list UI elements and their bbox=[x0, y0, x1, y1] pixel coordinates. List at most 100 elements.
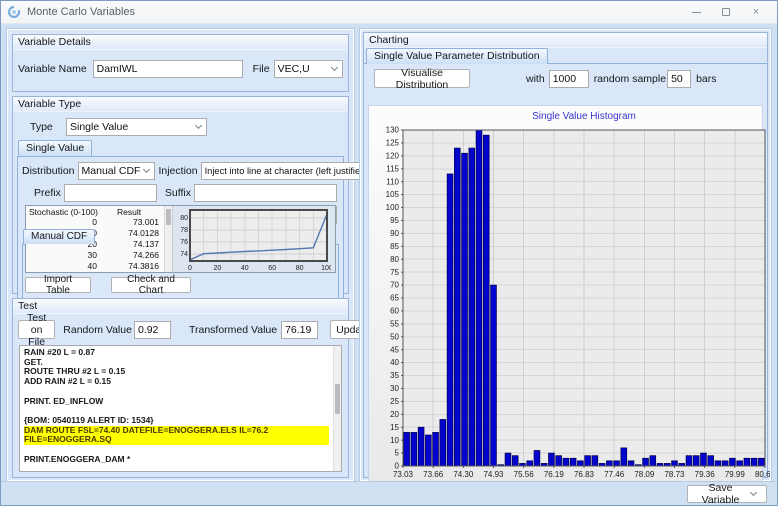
cdf-col2-header: Result bbox=[117, 207, 142, 217]
svg-text:60: 60 bbox=[390, 307, 399, 316]
charting-title: Charting bbox=[364, 33, 767, 48]
tab-manual-cdf[interactable]: Manual CDF bbox=[23, 229, 96, 244]
svg-text:15: 15 bbox=[390, 423, 399, 432]
histogram-bar bbox=[671, 460, 678, 467]
histogram-bar bbox=[446, 173, 454, 467]
file-combo[interactable]: VEC,U bbox=[273, 60, 343, 78]
svg-text:78: 78 bbox=[180, 227, 188, 234]
histogram-bar bbox=[511, 455, 519, 467]
close-button[interactable]: × bbox=[741, 2, 771, 22]
visualise-distribution-button[interactable]: Visualise Distribution bbox=[374, 67, 470, 91]
histogram-bar bbox=[721, 460, 729, 467]
type-combo-value: Single Value bbox=[70, 121, 129, 133]
transformed-value-input[interactable] bbox=[281, 320, 319, 339]
distribution-combo-value: Manual CDF bbox=[81, 165, 141, 177]
log-scrollbar[interactable] bbox=[333, 346, 341, 471]
histogram-bar bbox=[454, 147, 461, 467]
import-table-button[interactable]: Import Table bbox=[25, 274, 91, 296]
svg-text:95: 95 bbox=[390, 216, 399, 225]
variable-name-input[interactable] bbox=[92, 60, 243, 78]
random-value-input[interactable] bbox=[133, 320, 171, 339]
svg-text:76.19: 76.19 bbox=[544, 470, 565, 479]
sample-count-input[interactable] bbox=[548, 69, 589, 88]
chevron-down-icon bbox=[194, 121, 203, 130]
suffix-label: Suffix bbox=[164, 187, 191, 199]
svg-text:100: 100 bbox=[321, 265, 331, 272]
chevron-down-icon bbox=[749, 488, 758, 497]
svg-text:90: 90 bbox=[390, 229, 399, 238]
maximize-button[interactable] bbox=[711, 2, 741, 22]
cdf-table-row[interactable]: 40 74.3816 bbox=[29, 261, 172, 272]
charting-group: Charting Single Value Parameter Distribu… bbox=[363, 32, 776, 483]
minimize-button[interactable] bbox=[681, 2, 711, 22]
svg-text:78.73: 78.73 bbox=[664, 470, 685, 479]
histogram-bar bbox=[736, 460, 743, 467]
svg-text:80.63: 80.63 bbox=[755, 470, 770, 479]
cdf-table-row[interactable]: 30 74.266 bbox=[29, 250, 172, 261]
type-label: Type bbox=[30, 121, 53, 133]
svg-text:5: 5 bbox=[395, 449, 400, 458]
histogram-bar bbox=[750, 457, 758, 467]
bottom-bar: Save Variable bbox=[1, 481, 777, 505]
histogram-bar bbox=[432, 432, 439, 467]
svg-text:80: 80 bbox=[390, 255, 399, 264]
save-variable-button[interactable]: Save Variable bbox=[687, 482, 767, 505]
cdf-table-row[interactable]: 0 73.001 bbox=[29, 217, 172, 228]
histogram-bar bbox=[620, 447, 628, 467]
svg-text:110: 110 bbox=[386, 177, 399, 186]
type-combo[interactable]: Single Value bbox=[66, 118, 207, 136]
right-panel: Charting Single Value Parameter Distribu… bbox=[360, 29, 776, 483]
svg-text:120: 120 bbox=[386, 151, 400, 160]
tab-single-value[interactable]: Single Value bbox=[18, 140, 93, 156]
injection-combo-value: Inject into line at character (left just… bbox=[204, 166, 369, 176]
histogram-bar bbox=[729, 457, 736, 467]
histogram-bar bbox=[410, 432, 418, 467]
variable-type-group: Variable Type Type Single Value Single V… bbox=[12, 96, 384, 304]
histogram-bar bbox=[461, 152, 468, 467]
histogram-bar bbox=[584, 455, 591, 467]
test-on-file-button[interactable]: Test on File bbox=[18, 312, 56, 348]
histogram-bar bbox=[743, 457, 751, 467]
svg-text:75: 75 bbox=[390, 268, 399, 277]
histogram-bar bbox=[707, 455, 714, 467]
histogram-bar bbox=[468, 147, 476, 467]
histogram-bar bbox=[692, 455, 700, 467]
distribution-combo[interactable]: Manual CDF bbox=[77, 162, 156, 180]
svg-text:80: 80 bbox=[296, 265, 304, 272]
svg-text:20: 20 bbox=[214, 265, 222, 272]
cdf-table-scrollbar[interactable] bbox=[164, 206, 172, 272]
cdf-table-body: 073.0011074.01282074.1373074.2664074.381… bbox=[29, 217, 172, 272]
histogram-bar bbox=[758, 457, 765, 467]
cdf-mini-chart: 74 76 78 80 0 20 40 60 80 100 bbox=[173, 206, 335, 272]
svg-text:25: 25 bbox=[390, 397, 399, 406]
test-group: Test Test on File Random Value Transform… bbox=[12, 298, 377, 478]
histogram-bar bbox=[606, 460, 613, 467]
histogram-chart: 0 5 10 15 20 25 30 35 40 45 50 55 60 65 70 75 80 85 90 95 10… bbox=[368, 105, 776, 483]
histogram-bar bbox=[577, 460, 584, 467]
histogram-bar bbox=[700, 452, 707, 467]
check-and-chart-button[interactable]: Check and Chart bbox=[111, 274, 191, 296]
histogram-bar bbox=[714, 460, 722, 467]
chevron-down-icon bbox=[143, 165, 151, 174]
histogram-bar bbox=[403, 432, 410, 467]
svg-text:76: 76 bbox=[180, 239, 188, 246]
histogram-bar bbox=[425, 434, 432, 467]
prefix-input[interactable] bbox=[63, 184, 157, 202]
random-sample-label: random sample bbox=[593, 72, 667, 85]
histogram-bar bbox=[642, 457, 649, 467]
svg-text:74.30: 74.30 bbox=[453, 470, 474, 479]
injection-combo[interactable]: Inject into line at character (left just… bbox=[200, 162, 384, 180]
transformed-value-label: Transformed Value bbox=[188, 323, 278, 336]
test-log[interactable]: RAIN #20 L = 0.87 GET. ROUTE THRU #2 L = 0… bbox=[19, 345, 342, 472]
variable-details-group: Variable Details Variable Name File VEC,… bbox=[12, 34, 349, 92]
suffix-input[interactable] bbox=[194, 184, 337, 202]
svg-text:10: 10 bbox=[390, 436, 399, 445]
histogram-bar bbox=[649, 455, 657, 467]
bars-count-input[interactable] bbox=[667, 69, 692, 88]
svg-text:78.09: 78.09 bbox=[634, 470, 655, 479]
tab-single-value-parameter-distribution[interactable]: Single Value Parameter Distribution bbox=[366, 48, 548, 64]
file-combo-value: VEC,U bbox=[277, 63, 310, 75]
svg-text:74: 74 bbox=[180, 251, 188, 258]
variable-name-label: Variable Name bbox=[18, 63, 87, 75]
histogram-bar bbox=[555, 455, 562, 467]
